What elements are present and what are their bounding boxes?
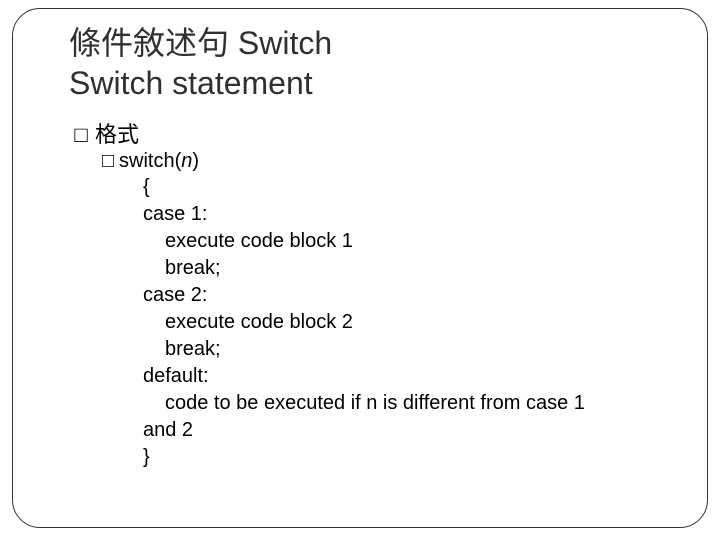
code-line: execute code block 1 <box>143 228 679 255</box>
title-line-1: 條件敘述句 Switch <box>69 25 332 61</box>
bullet-level-1-label: 格式 <box>95 117 139 149</box>
square-bullet-icon: □ <box>97 149 119 174</box>
code-line: break; <box>143 255 679 282</box>
slide-panel: 條件敘述句 Switch Switch statement □ 格式 □ swi… <box>12 8 708 528</box>
code-line: and 2 <box>143 417 679 444</box>
code-line: break; <box>143 336 679 363</box>
code-line: { <box>143 174 679 201</box>
square-bullet-icon: □ <box>69 121 93 149</box>
code-block: { case 1: execute code block 1 break; ca… <box>143 174 679 471</box>
bullet-level-2: □ switch(n) <box>97 149 679 174</box>
code-line: default: <box>143 363 679 390</box>
code-line: } <box>143 444 679 471</box>
switch-keyword: switch( <box>119 150 181 172</box>
code-line: code to be executed if n is different fr… <box>143 390 679 417</box>
code-line: execute code block 2 <box>143 309 679 336</box>
code-line: case 2: <box>143 282 679 309</box>
bullet-level-1: □ 格式 <box>69 117 679 149</box>
bullet-level-2-label: switch(n) <box>119 150 199 173</box>
switch-close-paren: ) <box>192 150 199 172</box>
title-line-2: Switch statement <box>69 65 313 101</box>
code-line: case 1: <box>143 201 679 228</box>
switch-argument: n <box>181 150 192 172</box>
slide-title: 條件敘述句 Switch Switch statement <box>69 23 679 103</box>
slide-frame: 條件敘述句 Switch Switch statement □ 格式 □ swi… <box>0 0 720 540</box>
